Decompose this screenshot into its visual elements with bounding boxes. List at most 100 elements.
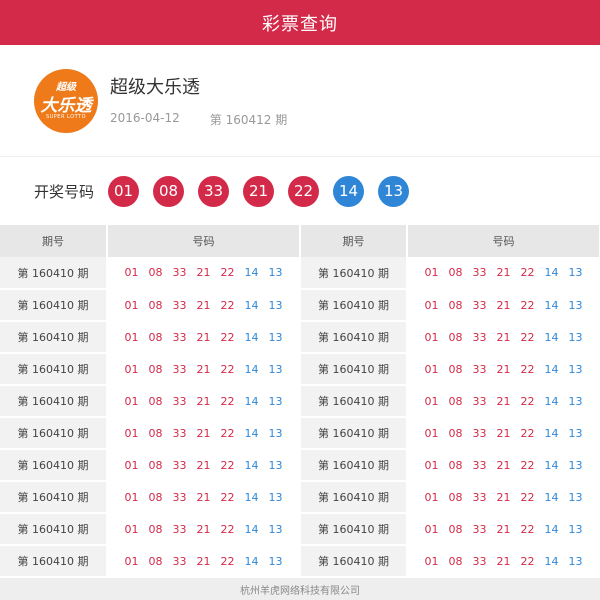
red-number: 33 [172, 458, 187, 472]
red-number: 33 [472, 330, 487, 344]
row-numbers: 01 08 33 21 22 14 13 [107, 545, 301, 578]
red-number: 22 [520, 330, 535, 344]
red-number: 01 [124, 298, 139, 312]
row-numbers: 01 08 33 21 22 14 13 [107, 353, 301, 386]
red-number: 08 [448, 266, 463, 279]
red-number: 08 [448, 330, 463, 344]
table-row[interactable]: 第 160410 期 01 08 33 21 22 14 13 第 160410 期 01 08 33… [0, 353, 600, 386]
red-number: 22 [520, 394, 535, 408]
table-row[interactable]: 第 160410 期 01 08 33 21 22 14 13 第 160410 期 01 08 33… [0, 481, 600, 514]
red-number: 01 [124, 330, 139, 344]
red-number: 21 [196, 458, 211, 472]
blue-number: 14 [544, 554, 559, 568]
table-row[interactable]: 第 160410 期 01 08 33 21 22 14 13 第 160410 期 01 08 33… [0, 257, 600, 290]
red-number: 21 [196, 426, 211, 440]
red-number: 33 [472, 522, 487, 536]
blue-number: 13 [568, 362, 583, 376]
blue-number: 14 [544, 266, 559, 279]
blue-number: 13 [268, 522, 283, 536]
red-number: 01 [124, 426, 139, 440]
table-row[interactable]: 第 160410 期 01 08 33 21 22 14 13 第 160410 期 01 08 33… [0, 417, 600, 450]
red-number: 01 [124, 394, 139, 408]
red-number: 21 [496, 522, 511, 536]
blue-number: 14 [244, 522, 259, 536]
red-number: 08 [448, 298, 463, 312]
row-issue: 第 160410 期 [300, 449, 408, 482]
red-number: 21 [496, 458, 511, 472]
red-number: 22 [520, 362, 535, 376]
red-number: 21 [196, 522, 211, 536]
red-number: 33 [172, 426, 187, 440]
red-number: 01 [424, 266, 439, 279]
table-row[interactable]: 第 160410 期 01 08 33 21 22 14 13 第 160410 期 01 08 33… [0, 449, 600, 482]
column-header-numbers: 号码 [107, 225, 301, 257]
red-number: 33 [472, 298, 487, 312]
draw-date: 2016-04-12 [110, 111, 180, 125]
red-number: 08 [148, 362, 163, 376]
red-number: 08 [448, 458, 463, 472]
table-row[interactable]: 第 160410 期 01 08 33 21 22 14 13 第 160410 期 01 08 33… [0, 289, 600, 322]
red-number: 21 [196, 330, 211, 344]
table-row[interactable]: 第 160410 期 01 08 33 21 22 14 13 第 160410 期 01 08 33… [0, 385, 600, 418]
logo-text-main: 大乐透 [40, 95, 92, 116]
blue-number: 14 [544, 298, 559, 312]
row-number-list: 01 08 33 21 22 14 13 [408, 523, 599, 536]
blue-number: 13 [268, 362, 283, 376]
red-number: 21 [496, 362, 511, 376]
blue-number: 14 [244, 266, 259, 279]
red-number: 22 [520, 266, 535, 279]
red-number: 01 [124, 554, 139, 568]
red-number: 21 [496, 394, 511, 408]
red-number: 33 [472, 362, 487, 376]
row-number-list: 01 08 33 21 22 14 13 [408, 395, 599, 408]
row-numbers: 01 08 33 21 22 14 13 [407, 321, 600, 354]
blue-number: 13 [568, 522, 583, 536]
row-number-list: 01 08 33 21 22 14 13 [108, 523, 299, 536]
row-issue: 第 160410 期 [0, 449, 108, 482]
row-numbers: 01 08 33 21 22 14 13 [107, 257, 301, 290]
row-number-list: 01 08 33 21 22 14 13 [108, 427, 299, 440]
row-number-list: 01 08 33 21 22 14 13 [108, 395, 299, 408]
row-issue: 第 160410 期 [300, 481, 408, 514]
red-number: 33 [472, 426, 487, 440]
red-number: 22 [520, 490, 535, 504]
blue-ball: 14 [333, 175, 365, 207]
row-number-list: 01 08 33 21 22 14 13 [108, 363, 299, 376]
red-number: 21 [496, 426, 511, 440]
red-number: 22 [220, 458, 235, 472]
table-row[interactable]: 第 160410 期 01 08 33 21 22 14 13 第 160410 期 01 08 33… [0, 513, 600, 546]
red-number: 01 [424, 426, 439, 440]
red-number: 33 [172, 490, 187, 504]
row-issue: 第 160410 期 [0, 385, 108, 418]
red-number: 01 [124, 362, 139, 376]
row-numbers: 01 08 33 21 22 14 13 [107, 321, 301, 354]
blue-number: 14 [244, 426, 259, 440]
blue-number: 13 [268, 554, 283, 568]
red-number: 01 [124, 266, 139, 279]
blue-number: 14 [244, 362, 259, 376]
red-number: 22 [220, 522, 235, 536]
red-number: 22 [520, 554, 535, 568]
red-number: 33 [472, 266, 487, 279]
row-numbers: 01 08 33 21 22 14 13 [407, 545, 600, 578]
row-issue: 第 160410 期 [300, 545, 408, 578]
winning-numbers-label: 开奖号码 [34, 182, 95, 201]
red-number: 21 [496, 330, 511, 344]
lottery-sub: 2016-04-12 第 160412 期 [110, 111, 287, 128]
row-numbers: 01 08 33 21 22 14 13 [407, 417, 600, 450]
blue-number: 13 [268, 330, 283, 344]
column-header-numbers: 号码 [407, 225, 600, 257]
lottery-name: 超级大乐透 [110, 77, 200, 98]
blue-number: 13 [568, 426, 583, 440]
table-row[interactable]: 第 160410 期 01 08 33 21 22 14 13 第 160410 期 01 08 33… [0, 321, 600, 354]
row-issue: 第 160410 期 [0, 353, 108, 386]
table-row[interactable]: 第 160410 期 01 08 33 21 22 14 13 第 160410 期 01 08 33… [0, 545, 600, 578]
red-number: 21 [196, 362, 211, 376]
red-number: 22 [220, 426, 235, 440]
ball-list: 01 08 33 21 22 14 13 [108, 175, 423, 207]
red-ball: 33 [198, 175, 230, 207]
lottery-info: 超级 大乐透 SUPER LOTTO 超级大乐透 2016-04-12 第 16… [0, 45, 600, 157]
row-number-list: 01 08 33 21 22 14 13 [408, 555, 599, 568]
red-number: 33 [472, 458, 487, 472]
red-ball: 01 [108, 175, 140, 207]
